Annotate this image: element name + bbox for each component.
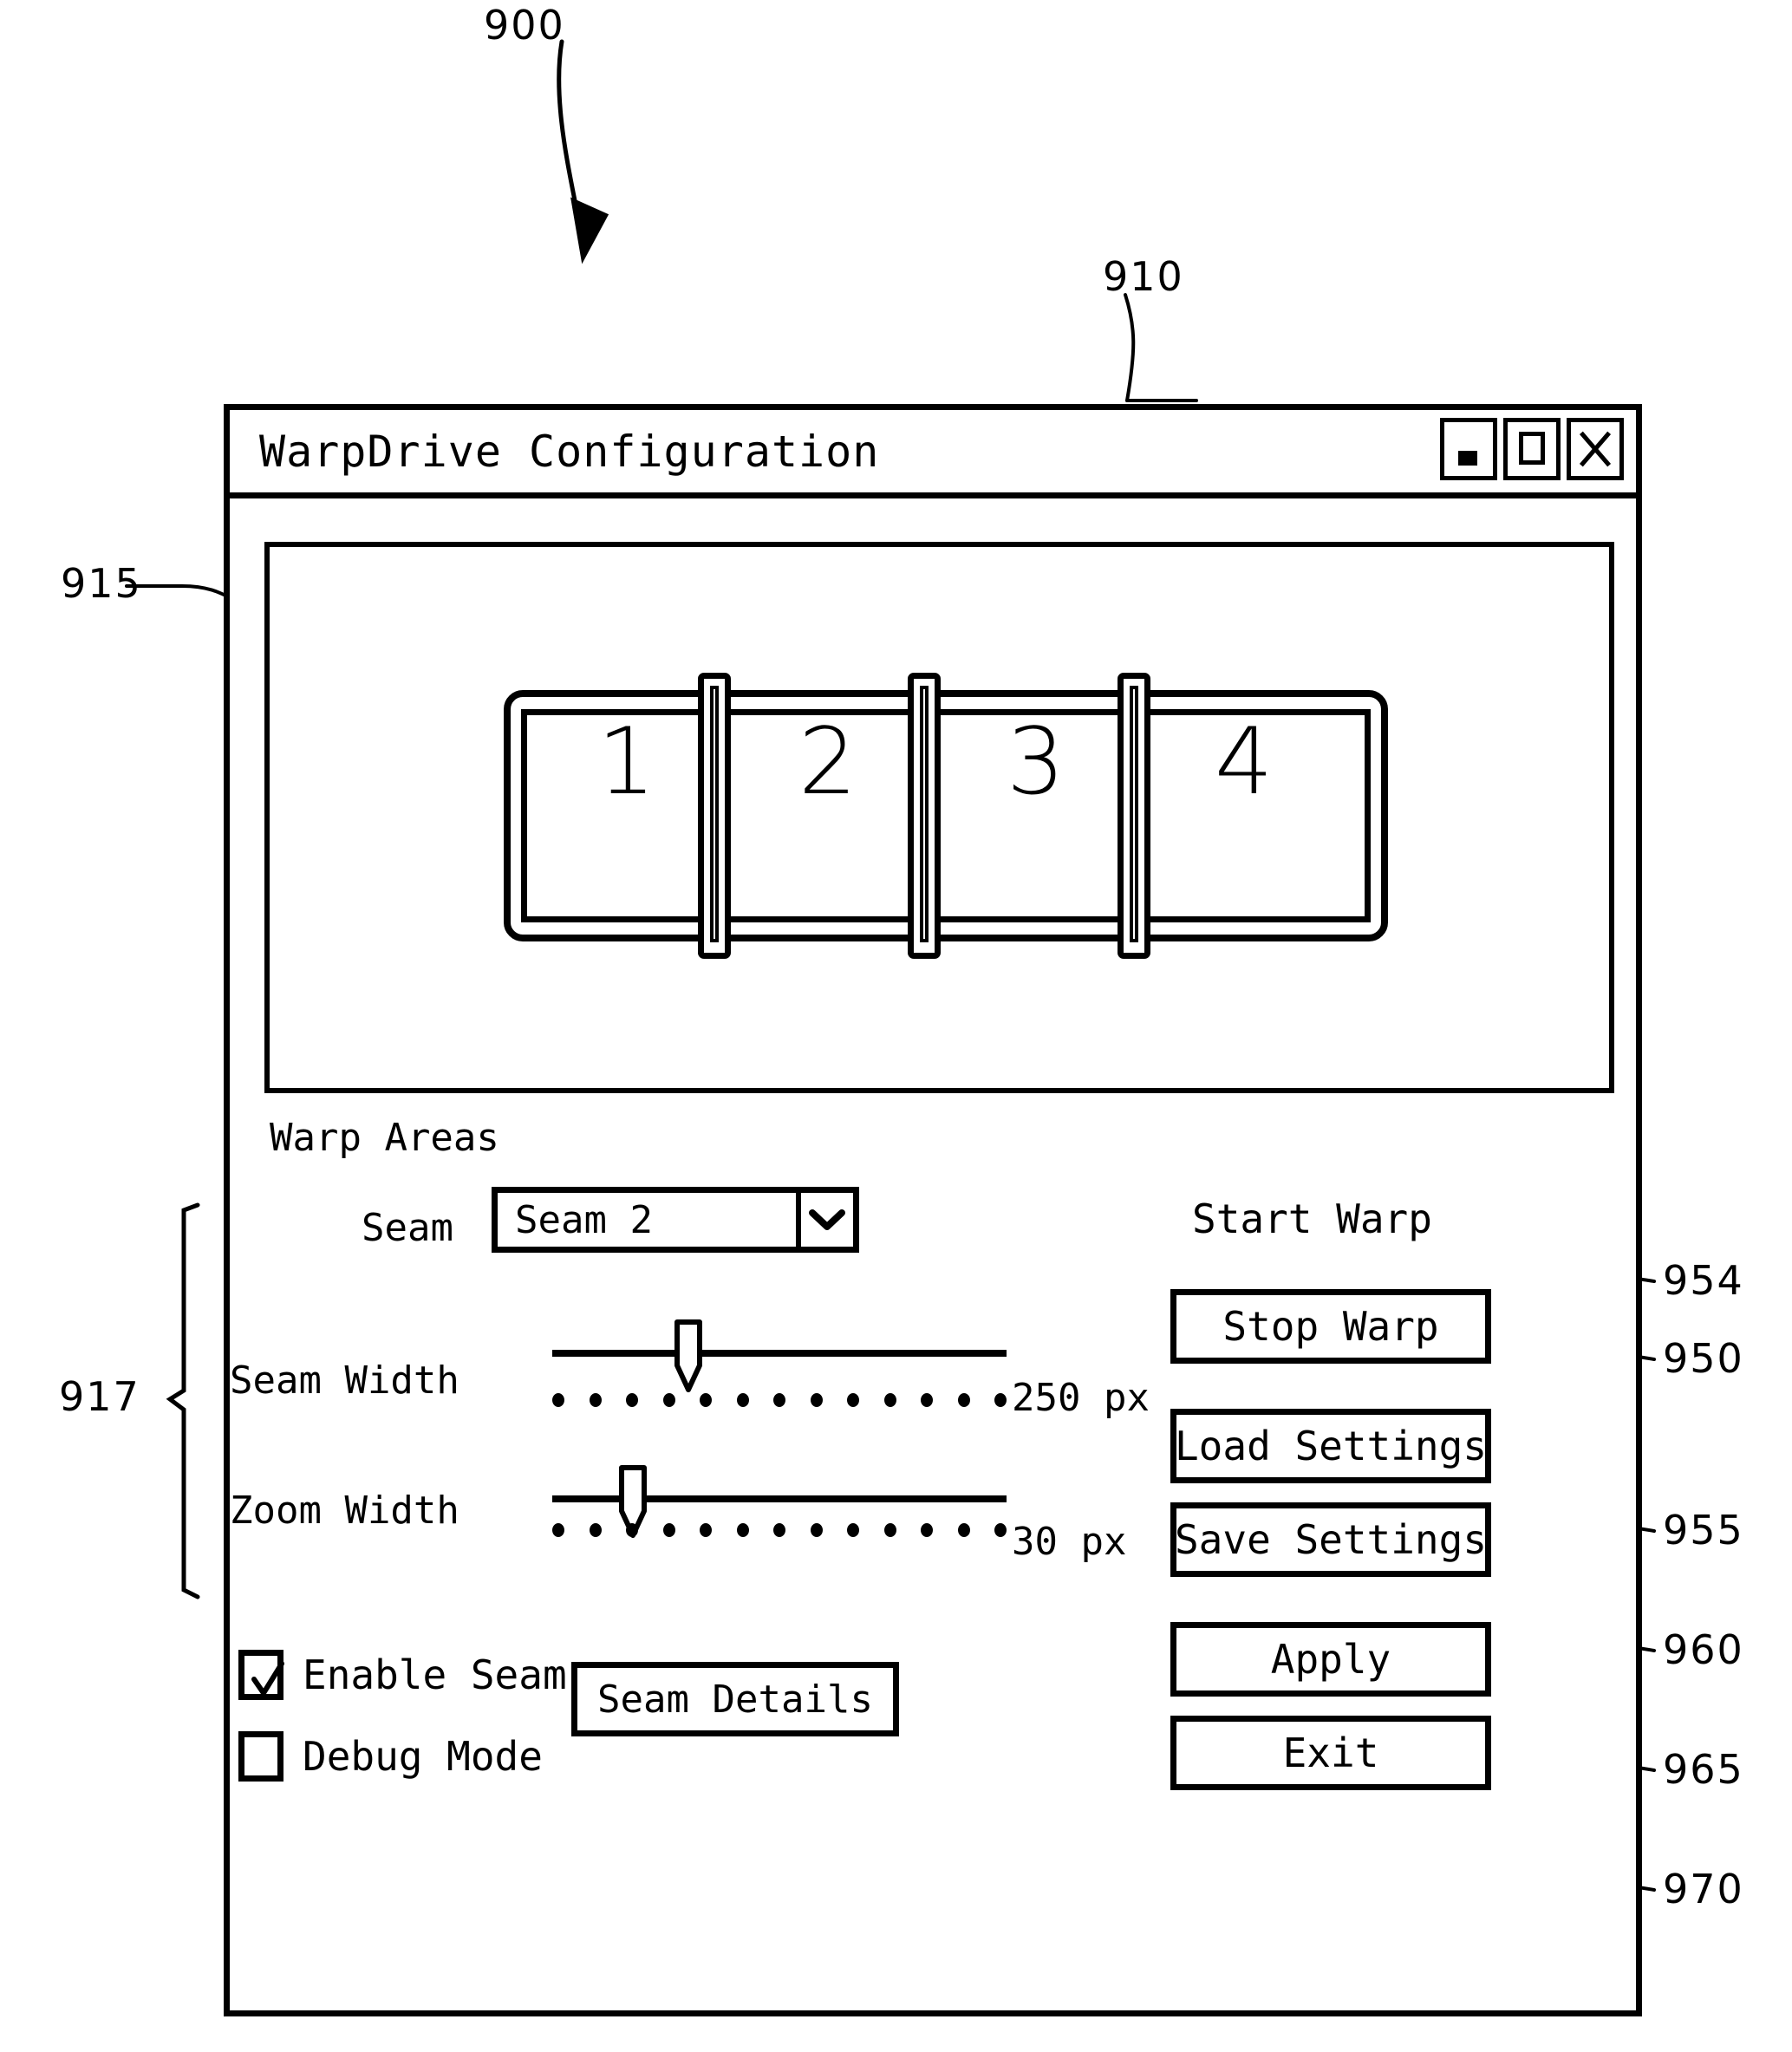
slider-tick <box>921 1523 933 1537</box>
seam-bar-3[interactable] <box>1118 673 1150 959</box>
seam-details-button[interactable]: Seam Details <box>571 1662 899 1736</box>
slider-ticks <box>552 1393 1007 1407</box>
seam-select-label: Seam <box>362 1206 453 1250</box>
enable-seam-label: Enable Seam <box>303 1651 567 1698</box>
seam-bar-1[interactable] <box>698 673 731 959</box>
callout-915: 915 <box>61 560 142 607</box>
save-settings-button[interactable]: Save Settings <box>1170 1502 1491 1577</box>
slider-track[interactable] <box>552 1350 1007 1357</box>
slider-tick <box>921 1393 933 1407</box>
slider-tick <box>810 1393 823 1407</box>
seam-width-value: 250 px <box>1012 1376 1150 1420</box>
debug-mode-checkbox-row[interactable]: Debug Mode <box>238 1731 543 1782</box>
display-stage: 1 2 3 4 <box>504 673 1388 959</box>
enable-seam-checkbox[interactable] <box>238 1650 284 1700</box>
slider-tick <box>957 1523 970 1537</box>
display-panel-4: 4 <box>1215 708 1274 815</box>
window-title: WarpDrive Configuration <box>259 426 880 477</box>
seam-select[interactable]: Seam 2 <box>492 1187 859 1253</box>
slider-tick <box>626 1523 638 1537</box>
slider-tick <box>589 1523 602 1537</box>
seam-bar-2[interactable] <box>908 673 941 959</box>
slider-tick <box>736 1393 749 1407</box>
display-panel-1: 1 <box>597 708 656 815</box>
titlebar-button-group <box>1440 418 1624 480</box>
slider-tick <box>810 1523 823 1537</box>
slider-ticks <box>552 1523 1007 1537</box>
callout-960: 960 <box>1663 1626 1744 1673</box>
enable-seam-checkbox-row[interactable]: Enable Seam <box>238 1650 567 1700</box>
slider-tick <box>662 1393 675 1407</box>
minimize-icon <box>1458 451 1477 466</box>
chevron-down-icon <box>796 1193 853 1247</box>
close-icon <box>1579 431 1612 467</box>
warpdrive-configuration-window: WarpDrive Configuration 1 2 3 4 Warp Are… <box>224 404 1642 2016</box>
zoom-width-label: Zoom Width <box>230 1489 459 1533</box>
seam-width-slider[interactable]: 250 px <box>552 1319 1150 1417</box>
display-panel-2: 2 <box>798 708 857 815</box>
load-settings-button[interactable]: Load Settings <box>1170 1409 1491 1483</box>
slider-tick <box>883 1523 896 1537</box>
stop-warp-button[interactable]: Stop Warp <box>1170 1289 1491 1364</box>
exit-button[interactable]: Exit <box>1170 1716 1491 1790</box>
zoom-width-slider[interactable]: 30 px <box>552 1449 1126 1561</box>
debug-mode-label: Debug Mode <box>303 1733 543 1780</box>
titlebar: WarpDrive Configuration <box>230 410 1636 498</box>
slider-tick <box>847 1393 859 1407</box>
check-icon <box>251 1661 284 1696</box>
slider-tick <box>700 1523 712 1537</box>
close-button[interactable] <box>1567 418 1624 480</box>
callout-900: 900 <box>484 2 565 49</box>
display-panel-3: 3 <box>1007 708 1065 815</box>
callout-955: 955 <box>1663 1507 1744 1554</box>
slider-tick <box>700 1393 712 1407</box>
preview-panel: 1 2 3 4 <box>264 542 1614 1093</box>
callout-917: 917 <box>59 1373 140 1420</box>
slider-tick <box>847 1523 859 1537</box>
callout-950: 950 <box>1663 1335 1744 1382</box>
callout-965: 965 <box>1663 1746 1744 1793</box>
slider-tick <box>994 1523 1007 1537</box>
slider-tick <box>773 1523 785 1537</box>
seam-select-value: Seam 2 <box>515 1197 653 1242</box>
slider-tick <box>662 1523 675 1537</box>
slider-tick <box>589 1393 602 1407</box>
slider-tick <box>957 1393 970 1407</box>
slider-tick <box>994 1393 1007 1407</box>
slider-tick <box>626 1393 638 1407</box>
apply-button[interactable]: Apply <box>1170 1622 1491 1697</box>
minimize-button[interactable] <box>1440 418 1497 480</box>
warp-areas-heading: Warp Areas <box>270 1116 499 1160</box>
callout-910: 910 <box>1103 253 1184 300</box>
slider-tick <box>773 1393 785 1407</box>
controls-group: Warp Areas Seam Seam 2 Seam Width 250 px… <box>230 1104 1636 2014</box>
debug-mode-checkbox[interactable] <box>238 1731 283 1782</box>
maximize-icon <box>1519 432 1545 465</box>
slider-tick <box>883 1393 896 1407</box>
slider-tick <box>736 1523 749 1537</box>
zoom-width-value: 30 px <box>1012 1520 1127 1564</box>
slider-tick <box>552 1523 564 1537</box>
start-warp-button[interactable]: Start Warp <box>1192 1199 1432 1239</box>
seam-width-label: Seam Width <box>230 1358 459 1403</box>
callout-970: 970 <box>1663 1866 1744 1912</box>
callout-954: 954 <box>1663 1257 1744 1304</box>
slider-tick <box>552 1393 564 1407</box>
seam-width-slider-handle[interactable] <box>672 1319 705 1393</box>
maximize-button[interactable] <box>1503 418 1561 480</box>
